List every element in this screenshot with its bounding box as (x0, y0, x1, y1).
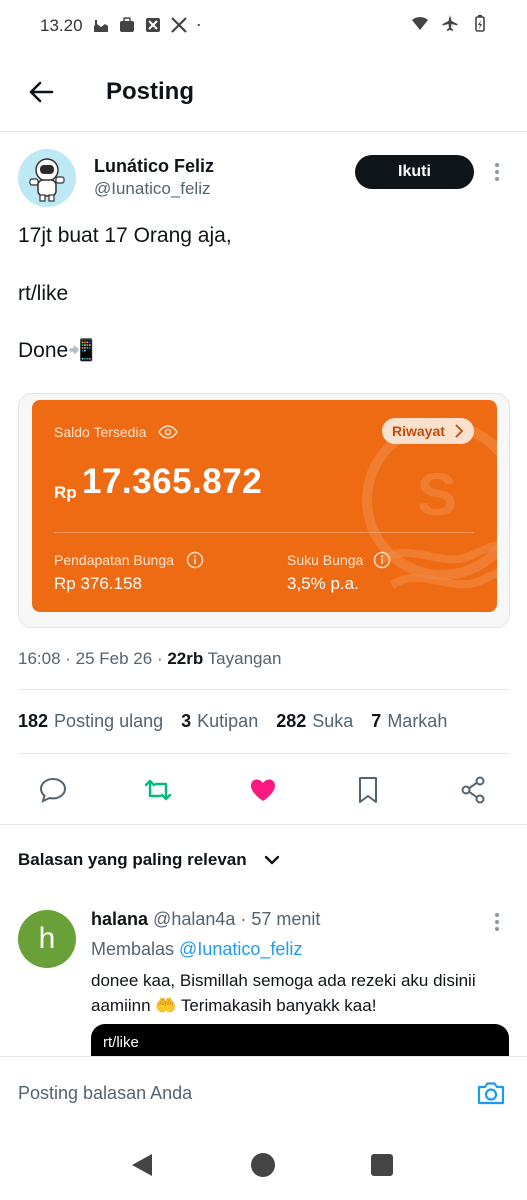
post-time: 16:08 (18, 649, 61, 668)
rate-label: Suku Bunga (287, 552, 364, 568)
bookmarks-stat[interactable]: 7 Markah (371, 711, 447, 732)
post-meta: 16:08 · 25 Feb 26 · 22rb Tayangan (18, 649, 282, 668)
more-options-icon[interactable] (494, 163, 500, 183)
reply-more-options-icon[interactable] (494, 913, 500, 933)
saldo-label: Saldo Tersedia (54, 424, 147, 440)
svg-text:S: S (417, 461, 457, 528)
battery-icon (475, 15, 485, 32)
astronaut-icon (29, 158, 65, 202)
quotes-stat[interactable]: 3 Kutipan (181, 711, 258, 732)
author-handle[interactable]: @Iunatico_feliz (94, 179, 211, 199)
reply-media-caption: rt/like (103, 1034, 139, 1051)
bookmark-icon[interactable] (353, 775, 383, 805)
top-header: Posting (0, 60, 527, 130)
status-time: 13.20 (40, 16, 83, 35)
post-text-line: Done📲 (18, 339, 95, 362)
reply-avatar[interactable]: h (18, 910, 76, 968)
card-divider (54, 532, 474, 533)
header-divider (0, 131, 527, 132)
replies-sort-label[interactable]: Balasan yang paling relevan (18, 850, 247, 870)
currency-label: Rp (54, 483, 77, 502)
post-text-line: 17jt buat 17 Orang aja, (18, 224, 232, 247)
reply-header: halana @halan4a · 57 menit (91, 909, 321, 929)
bag-icon (120, 17, 134, 32)
follow-button[interactable]: Ikuti (355, 155, 474, 189)
interest-label: Pendapatan Bunga (54, 552, 174, 568)
wifi-icon (412, 16, 428, 30)
engagement-stats: 182 Posting ulang 3 Kutipan 282 Suka 7 Marka… (18, 711, 447, 732)
info-icon (373, 551, 391, 569)
system-nav-bar (0, 1128, 527, 1200)
camera-icon[interactable] (476, 1079, 506, 1107)
mosque-icon (94, 20, 108, 32)
app-icon (146, 18, 160, 32)
riwayat-button: Riwayat (382, 418, 474, 444)
reply-author-handle[interactable]: @halan4a (153, 909, 235, 929)
reply-time: 57 menit (251, 909, 321, 929)
balance-card: S Saldo Tersedia Riwayat Rp 17.365.872 P… (32, 400, 497, 612)
info-icon (186, 551, 204, 569)
reply-composer: Posting balasan Anda (0, 1056, 527, 1128)
page-title: Posting (106, 78, 194, 105)
divider (18, 689, 509, 690)
interest-value: Rp 376.158 (54, 574, 142, 593)
airplane-icon (442, 15, 458, 31)
replying-to: Membalas @Iunatico_feliz (91, 939, 302, 960)
replying-prefix: Membalas (91, 939, 175, 959)
nav-recents-icon[interactable] (371, 1154, 393, 1176)
chevron-down-icon[interactable] (263, 852, 281, 868)
share-icon[interactable] (458, 775, 488, 805)
repost-icon[interactable] (143, 775, 173, 805)
nav-back-icon[interactable] (130, 1152, 154, 1178)
likes-stat[interactable]: 282 Suka (276, 711, 353, 732)
back-arrow-icon[interactable] (24, 74, 60, 110)
like-icon[interactable] (248, 775, 278, 805)
author-avatar[interactable] (18, 149, 76, 207)
reply-author-name[interactable]: halana (91, 909, 148, 929)
author-name[interactable]: Lunático Feliz (94, 156, 214, 177)
post-text-line: rt/like (18, 282, 69, 305)
notification-icons (92, 16, 206, 34)
divider (18, 753, 509, 754)
more-notifications-icon (197, 23, 200, 27)
reply-text: donee kaa, Bismillah semoga ada rezeki a… (91, 971, 476, 1015)
post-image[interactable]: S Saldo Tersedia Riwayat Rp 17.365.872 P… (18, 393, 510, 628)
divider (0, 824, 527, 825)
system-icons (411, 14, 489, 32)
status-bar: 13.20 (0, 0, 527, 52)
nav-home-icon[interactable] (251, 1153, 275, 1177)
reply-input[interactable]: Posting balasan Anda (18, 1083, 192, 1104)
rate-value: 3,5% p.a. (287, 574, 359, 593)
balance-amount: 17.365.872 (82, 462, 263, 501)
chevron-right-icon (455, 424, 464, 438)
replying-to-handle[interactable]: @Iunatico_feliz (179, 939, 302, 959)
views-label: Tayangan (207, 649, 282, 668)
reposts-stat[interactable]: 182 Posting ulang (18, 711, 163, 732)
riwayat-label: Riwayat (392, 423, 445, 439)
x-logo-icon (171, 17, 187, 33)
eye-icon (158, 425, 178, 439)
reply-icon[interactable] (38, 775, 68, 805)
view-count: 22rb (167, 649, 204, 668)
post-date: 25 Feb 26 (75, 649, 153, 668)
